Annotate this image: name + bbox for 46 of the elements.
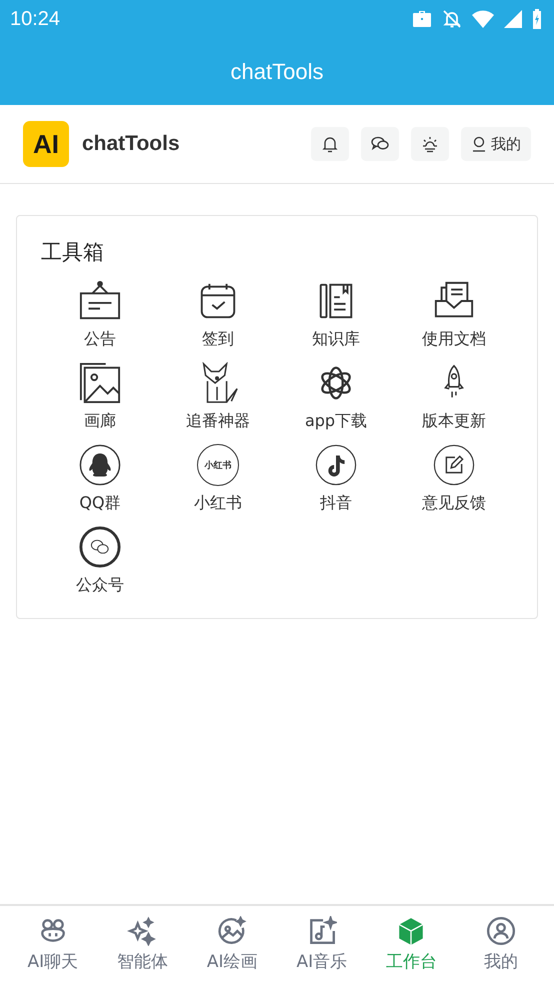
user-icon bbox=[471, 135, 487, 153]
status-time: 10:24 bbox=[10, 8, 60, 30]
nav-tab[interactable]: 我的 bbox=[459, 906, 544, 986]
hanging-sign-icon bbox=[79, 280, 121, 322]
app-bar-title: chatTools bbox=[230, 58, 324, 84]
tool-label[interactable]: 知识库 bbox=[312, 329, 360, 350]
bell-off-icon bbox=[442, 9, 462, 29]
tool-label[interactable]: QQ群 bbox=[79, 493, 121, 514]
briefcase-icon bbox=[412, 10, 432, 28]
app-name: chatTools bbox=[82, 132, 180, 156]
music-note-icon bbox=[315, 444, 357, 486]
chat-button[interactable] bbox=[361, 127, 399, 161]
wifi-icon bbox=[472, 10, 494, 28]
user-circle-icon bbox=[486, 916, 516, 946]
battery-icon bbox=[532, 9, 542, 29]
chat-bubbles-icon bbox=[370, 135, 390, 153]
profile-button[interactable]: 我的 bbox=[461, 127, 531, 161]
app-logo: AI bbox=[23, 121, 69, 167]
nav-tab[interactable]: 智能体 bbox=[100, 906, 184, 986]
theme-button[interactable] bbox=[411, 127, 449, 161]
sparkles-icon bbox=[127, 916, 158, 946]
bell-icon bbox=[321, 135, 339, 153]
tool-label[interactable]: 公告 bbox=[84, 329, 116, 350]
tool-label[interactable]: 抖音 bbox=[320, 493, 352, 514]
signal-icon bbox=[504, 10, 522, 28]
notification-button[interactable] bbox=[311, 127, 349, 161]
tool-label[interactable]: 公众号 bbox=[76, 575, 124, 596]
edit-icon bbox=[433, 444, 475, 486]
image-gallery-icon bbox=[79, 362, 121, 404]
sunrise-icon bbox=[420, 135, 440, 153]
tool-label[interactable]: 画廊 bbox=[84, 411, 116, 432]
nav-tab[interactable]: AI聊天 bbox=[10, 906, 95, 986]
section-title: 工具箱 bbox=[41, 239, 105, 266]
tool-label[interactable]: 签到 bbox=[202, 329, 234, 350]
tool-label[interactable]: 意见反馈 bbox=[422, 493, 486, 514]
logo-badge: 小红书 bbox=[197, 444, 239, 486]
image-sparkle-icon bbox=[217, 916, 248, 946]
tool-label[interactable]: 使用文档 bbox=[422, 329, 486, 350]
penguin-icon bbox=[79, 444, 121, 486]
nav-tab[interactable]: AI音乐 bbox=[280, 906, 364, 986]
chat-bubbles-icon bbox=[79, 526, 121, 568]
tool-label[interactable]: 版本更新 bbox=[422, 411, 486, 432]
tool-label[interactable]: app下载 bbox=[304, 411, 368, 432]
tool-label[interactable]: 追番神器 bbox=[186, 411, 250, 432]
tool-label[interactable]: 小红书 bbox=[194, 493, 242, 514]
nav-tab[interactable]: AI绘画 bbox=[190, 906, 274, 986]
